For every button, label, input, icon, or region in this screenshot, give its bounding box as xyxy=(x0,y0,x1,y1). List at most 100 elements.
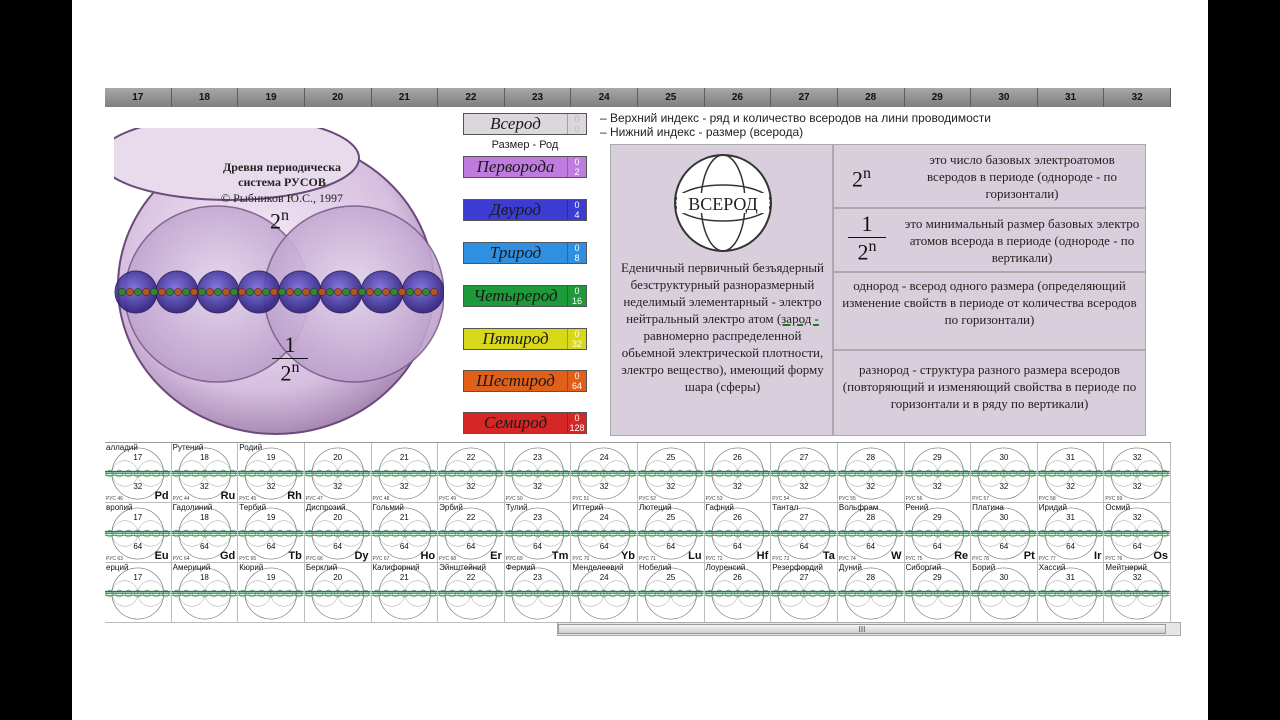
element-cell[interactable]: Мейтнерий 32 xyxy=(1104,563,1171,623)
element-cell[interactable]: Резерфордий 27 xyxy=(771,563,838,623)
column-header-32[interactable]: 32 xyxy=(1104,88,1171,107)
element-name: Лютеций xyxy=(639,503,672,512)
element-cell[interactable]: Родий 19 32 Rh РУС 45 xyxy=(238,443,305,503)
column-header-22[interactable]: 22 xyxy=(438,88,505,107)
column-header-29[interactable]: 29 xyxy=(904,88,972,107)
element-cell[interactable]: Сиборгий 29 xyxy=(904,563,972,623)
element-cell[interactable]: Эрбий 22 64 Er РУС 68 xyxy=(438,503,505,563)
column-number: 18 xyxy=(199,573,209,582)
element-cell[interactable]: Фермий 23 xyxy=(504,563,572,623)
element-sphere-diagram xyxy=(837,447,904,500)
element-cell[interactable]: Лоуренсий 26 xyxy=(704,563,772,623)
column-header-20[interactable]: 20 xyxy=(304,88,372,107)
column-header-24[interactable]: 24 xyxy=(571,88,638,107)
element-cell[interactable]: Борий 30 xyxy=(971,563,1038,623)
element-name: Сиборгий xyxy=(905,563,942,572)
element-cell[interactable]: Тулий 23 64 Tm РУС 69 xyxy=(504,503,572,563)
element-cell[interactable]: Лютеций 25 64 Lu РУС 71 xyxy=(638,503,705,563)
column-number: 19 xyxy=(266,573,276,582)
element-cell[interactable]: Дуний 28 xyxy=(837,563,905,623)
element-cell[interactable]: Платина 30 64 Pt РУС 78 xyxy=(971,503,1038,563)
element-cell[interactable]: 24 32 РУС 51 xyxy=(571,443,638,503)
element-cell[interactable]: 21 32 РУС 48 xyxy=(371,443,439,503)
element-name: Гафний xyxy=(705,503,734,512)
element-cell[interactable]: алладий 17 32 Pd РУС 46 xyxy=(105,443,172,503)
element-cell[interactable]: 30 32 РУС 57 xyxy=(971,443,1038,503)
element-cell[interactable]: 22 32 РУС 49 xyxy=(438,443,505,503)
column-number: 20 xyxy=(333,453,343,462)
definition-row-4: разнород - структура разного размера все… xyxy=(833,350,1146,436)
column-number: 17 xyxy=(133,573,143,582)
column-header-18[interactable]: 18 xyxy=(171,88,239,107)
element-cell[interactable]: Рутений 18 32 Ru РУС 44 xyxy=(171,443,239,503)
rus-number: РУС 45 xyxy=(239,496,257,502)
element-sphere-diagram xyxy=(371,447,438,500)
chain-bead xyxy=(230,288,238,296)
column-header-21[interactable]: 21 xyxy=(371,88,439,107)
element-cell[interactable]: Нобелий 25 xyxy=(638,563,705,623)
element-cell[interactable]: Калифорний 21 xyxy=(371,563,439,623)
chain-bead xyxy=(238,288,246,296)
element-cell[interactable]: Диспрозий 20 64 Dy РУС 66 xyxy=(304,503,372,563)
element-cell[interactable]: 23 32 РУС 50 xyxy=(504,443,572,503)
element-cell[interactable]: Эйнштейний 22 xyxy=(438,563,505,623)
column-number: 26 xyxy=(732,573,742,582)
rus-number: РУС 59 xyxy=(1105,496,1123,502)
chain-bead xyxy=(254,288,262,296)
size-number: 32 xyxy=(466,482,476,491)
generation-index: 0 32 xyxy=(567,329,586,349)
element-cell[interactable]: 25 32 РУС 52 xyxy=(638,443,705,503)
column-header-31[interactable]: 31 xyxy=(1037,88,1105,107)
column-number: 22 xyxy=(466,573,476,582)
element-cell[interactable]: Тантал 27 64 Ta РУС 73 xyxy=(771,503,838,563)
element-cell[interactable]: Гадолиний 18 64 Gd РУС 64 xyxy=(171,503,239,563)
element-cell[interactable]: Иттерий 24 64 Yb РУС 70 xyxy=(571,503,638,563)
element-cell[interactable]: Тербий 19 64 Tb РУС 65 xyxy=(238,503,305,563)
element-cell[interactable]: Менделеевий 24 xyxy=(571,563,638,623)
element-cell[interactable]: Кюрий 19 xyxy=(238,563,305,623)
column-header-28[interactable]: 28 xyxy=(837,88,905,107)
rus-number: РУС 58 xyxy=(1038,496,1056,502)
element-cell[interactable]: Америций 18 xyxy=(171,563,239,623)
element-cell[interactable]: Рений 29 64 Re РУС 75 xyxy=(904,503,972,563)
element-cell[interactable]: ерций 17 xyxy=(105,563,172,623)
element-cell[interactable]: 26 32 РУС 53 xyxy=(704,443,772,503)
element-cell[interactable]: вропий 17 64 Eu РУС 63 xyxy=(105,503,172,563)
element-cell[interactable]: Берклий 20 xyxy=(304,563,372,623)
element-cell[interactable]: 31 32 РУС 58 xyxy=(1037,443,1105,503)
element-cell[interactable]: 29 32 РУС 56 xyxy=(904,443,972,503)
element-name: Берклий xyxy=(305,563,338,572)
element-cell[interactable]: 27 32 РУС 54 xyxy=(771,443,838,503)
column-number: 32 xyxy=(1132,513,1142,522)
element-name: Иридий xyxy=(1038,503,1068,512)
column-header-19[interactable]: 19 xyxy=(238,88,305,107)
element-cell[interactable]: Иридий 31 64 Ir РУС 77 xyxy=(1037,503,1105,563)
rus-number: РУС 50 xyxy=(505,496,523,502)
chain-bead xyxy=(398,288,406,296)
column-header-17[interactable]: 17 xyxy=(105,88,172,107)
column-header-23[interactable]: 23 xyxy=(504,88,572,107)
rus-number: РУС 55 xyxy=(838,496,856,502)
element-cell[interactable]: Хассий 31 xyxy=(1037,563,1105,623)
element-sphere-diagram xyxy=(638,447,704,500)
horizontal-scrollbar[interactable]: III xyxy=(557,622,1181,636)
element-cell[interactable]: 28 32 РУС 55 xyxy=(837,443,905,503)
scrollbar-thumb[interactable]: III xyxy=(558,624,1166,634)
element-cell[interactable]: 20 32 РУС 47 xyxy=(304,443,372,503)
element-cell[interactable]: Осмий 32 64 Os РУС 76 xyxy=(1104,503,1171,563)
chain-bead xyxy=(214,288,222,296)
chain-bead xyxy=(142,288,150,296)
element-cell[interactable]: Гафний 26 64 Hf РУС 72 xyxy=(704,503,772,563)
element-cell[interactable]: Гольмий 21 64 Ho РУС 67 xyxy=(371,503,439,563)
element-sphere-diagram xyxy=(438,447,504,500)
column-header-26[interactable]: 26 xyxy=(704,88,772,107)
element-cell[interactable]: Вольфрам 28 64 W РУС 74 xyxy=(837,503,905,563)
rus-number: РУС 78 xyxy=(972,556,990,562)
chain-bead xyxy=(198,288,206,296)
column-header-25[interactable]: 25 xyxy=(638,88,705,107)
element-cell[interactable]: 32 32 РУС 59 xyxy=(1104,443,1171,503)
element-name: Эрбий xyxy=(439,503,463,512)
generation-index: 0 64 xyxy=(567,371,586,391)
column-header-27[interactable]: 27 xyxy=(771,88,838,107)
column-header-30[interactable]: 30 xyxy=(971,88,1038,107)
